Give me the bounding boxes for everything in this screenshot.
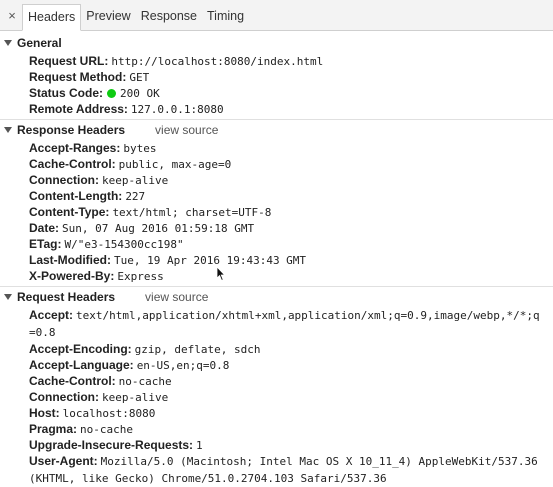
section-request-headers-header[interactable]: Request Headers view source	[0, 286, 553, 307]
request-headers-list: Accept: text/html,application/xhtml+xml,a…	[0, 307, 553, 487]
header-key: Accept:	[29, 308, 74, 322]
header-key: Accept-Ranges:	[29, 141, 121, 155]
header-key: Request Method:	[29, 70, 127, 84]
header-value: no-cache	[80, 423, 134, 436]
header-value: keep-alive	[102, 391, 169, 404]
header-row: Content-Length: 227	[0, 188, 553, 204]
header-row: Cache-Control: no-cache	[0, 373, 553, 389]
triangle-down-icon	[4, 127, 12, 133]
general-request-method-row: Request Method: GET	[0, 69, 553, 85]
header-row: ETag: W/"e3-154300cc198"	[0, 236, 553, 252]
header-key: User-Agent:	[29, 454, 98, 468]
header-key: Upgrade-Insecure-Requests:	[29, 438, 194, 452]
section-title: Response Headers	[17, 123, 126, 137]
triangle-down-icon	[4, 40, 12, 46]
tab-preview[interactable]: Preview	[81, 4, 135, 30]
header-key: Remote Address:	[29, 102, 128, 116]
header-value: 1	[196, 439, 203, 452]
header-value: text/html,application/xhtml+xml,applicat…	[29, 309, 540, 339]
header-row: Cache-Control: public, max-age=0	[0, 156, 553, 172]
header-key: Host:	[29, 406, 60, 420]
header-value: en-US,en;q=0.8	[136, 359, 230, 372]
header-value: Mozilla/5.0 (Macintosh; Intel Mac OS X 1…	[29, 455, 538, 485]
mouse-pointer-icon	[216, 266, 226, 281]
header-row: Pragma: no-cache	[0, 421, 553, 437]
tab-response[interactable]: Response	[136, 4, 202, 30]
header-key: Connection:	[29, 173, 99, 187]
header-row: Accept-Ranges: bytes	[0, 140, 553, 156]
header-row: Connection: keep-alive	[0, 172, 553, 188]
header-key: Date:	[29, 221, 60, 235]
header-value: gzip, deflate, sdch	[134, 343, 261, 356]
general-remote-address-row: Remote Address: 127.0.0.1:8080	[0, 101, 553, 117]
header-value: Sun, 07 Aug 2016 01:59:18 GMT	[62, 222, 255, 235]
header-key: Accept-Language:	[29, 358, 134, 372]
header-row: Accept-Language: en-US,en;q=0.8	[0, 357, 553, 373]
header-key: Accept-Encoding:	[29, 342, 132, 356]
header-row: Connection: keep-alive	[0, 389, 553, 405]
status-dot-icon	[107, 89, 117, 98]
header-key: Cache-Control:	[29, 157, 116, 171]
header-value: GET	[129, 71, 150, 84]
header-key: Status Code:	[29, 86, 104, 100]
headers-panel: General Request URL: http://localhost:808…	[0, 34, 553, 487]
header-key: ETag:	[29, 237, 62, 251]
view-source-link[interactable]: view source	[145, 290, 208, 304]
header-value: Tue, 19 Apr 2016 19:43:43 GMT	[114, 254, 307, 267]
triangle-down-icon	[4, 294, 12, 300]
header-value: 227	[125, 190, 146, 203]
tab-headers[interactable]: Headers	[22, 4, 82, 31]
header-row: Last-Modified: Tue, 19 Apr 2016 19:43:43 …	[0, 252, 553, 268]
section-title: Request Headers	[17, 290, 116, 304]
header-row: Content-Type: text/html; charset=UTF-8	[0, 204, 553, 220]
header-key: Cache-Control:	[29, 374, 116, 388]
header-value: http://localhost:8080/index.html	[111, 55, 324, 68]
header-key: Last-Modified:	[29, 253, 111, 267]
header-value: 200 OK	[120, 87, 160, 100]
devtools-tab-bar: × Headers Preview Response Timing	[0, 0, 553, 31]
header-key: Content-Type:	[29, 205, 110, 219]
header-key: Content-Length:	[29, 189, 123, 203]
header-row: User-Agent: Mozilla/5.0 (Macintosh; Intel…	[0, 453, 553, 487]
header-value: bytes	[123, 142, 157, 155]
response-headers-list: Accept-Ranges: bytes Cache-Control: public,…	[0, 140, 553, 284]
header-key: X-Powered-By:	[29, 269, 115, 283]
tab-timing[interactable]: Timing	[202, 4, 249, 30]
header-value: Express	[117, 270, 164, 283]
view-source-link[interactable]: view source	[155, 123, 218, 137]
header-row: Accept: text/html,application/xhtml+xml,a…	[0, 307, 553, 341]
header-row: Accept-Encoding: gzip, deflate, sdch	[0, 341, 553, 357]
section-general-header[interactable]: General	[0, 34, 553, 53]
general-status-code-row: Status Code: 200 OK	[0, 85, 553, 101]
header-value: 127.0.0.1:8080	[130, 103, 224, 116]
section-title: General	[17, 36, 62, 50]
header-value: localhost:8080	[62, 407, 156, 420]
header-value: keep-alive	[102, 174, 169, 187]
header-row: Date: Sun, 07 Aug 2016 01:59:18 GMT	[0, 220, 553, 236]
header-row: Upgrade-Insecure-Requests: 1	[0, 437, 553, 453]
header-key: Pragma:	[29, 422, 78, 436]
section-response-headers-header[interactable]: Response Headers view source	[0, 119, 553, 140]
header-value: public, max-age=0	[118, 158, 232, 171]
header-value: text/html; charset=UTF-8	[112, 206, 272, 219]
general-request-url-row: Request URL: http://localhost:8080/index.…	[0, 53, 553, 69]
header-key: Connection:	[29, 390, 99, 404]
header-row: Host: localhost:8080	[0, 405, 553, 421]
header-row: X-Powered-By: Express	[0, 268, 553, 284]
header-value: W/"e3-154300cc198"	[64, 238, 184, 251]
header-key: Request URL:	[29, 54, 109, 68]
header-value: no-cache	[118, 375, 172, 388]
close-icon[interactable]: ×	[4, 4, 20, 30]
